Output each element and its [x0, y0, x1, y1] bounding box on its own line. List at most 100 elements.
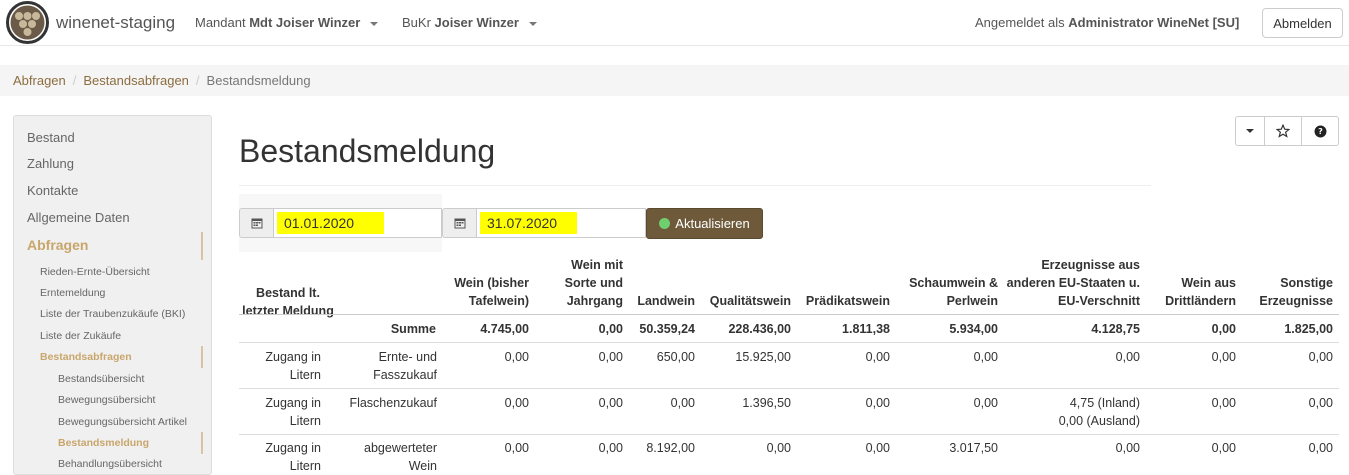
table-divider: [239, 314, 1339, 315]
mandant-value: Mdt Joiser Winzer: [249, 15, 361, 30]
star-icon: [1276, 124, 1290, 138]
sidebar-sub-erntemeldung[interactable]: Erntemeldung: [40, 287, 105, 299]
bukr-label: BuKr: [402, 15, 431, 30]
row-desc: Flaschenzukauf: [349, 396, 437, 410]
sidebar-item-abfragen[interactable]: Abfragen: [27, 237, 88, 253]
row-type: Zugang in Litern: [265, 350, 321, 382]
header-landwein: Landwein: [637, 294, 695, 308]
page-title: Bestandsmeldung: [239, 133, 496, 169]
sidebar-sub2-bestandsmeldung[interactable]: Bestandsmeldung: [58, 437, 149, 449]
row-value: 0,00: [1211, 396, 1236, 410]
header-wein-sorte: Wein mit Sorte und Jahrgang: [564, 258, 623, 308]
row-value: 0,00: [766, 441, 791, 455]
sidebar-sub2-bestandsuebersicht[interactable]: Bestandsübersicht: [58, 373, 144, 385]
header-drittlaender: Wein aus Drittländern: [1165, 276, 1236, 308]
row-type: Zugang in Litern: [265, 441, 321, 473]
brand-name[interactable]: winenet-staging: [56, 13, 175, 33]
row-value: 0,00: [1308, 441, 1333, 455]
header-qualitaetswein: Qualitätswein: [709, 294, 791, 308]
header-sonstige: Sonstige Erzeugnisse: [1259, 276, 1333, 308]
table-divider: [239, 388, 1339, 389]
header-wein-bisher: Wein (bisher Tafelwein): [454, 276, 529, 308]
date-to-input[interactable]: 31.07.2020: [476, 208, 646, 238]
date-to-addon[interactable]: [442, 208, 476, 238]
sidebar-sub2-behandlungsuebersicht[interactable]: Behandlungsübersicht: [58, 458, 162, 470]
row-value: 0,00: [1211, 441, 1236, 455]
row-value: 0,00: [865, 441, 890, 455]
refresh-button[interactable]: Aktualisieren: [646, 208, 763, 239]
sidebar-item-bestand[interactable]: Bestand: [27, 130, 75, 145]
breadcrumb-abfragen[interactable]: Abfragen: [13, 73, 66, 88]
check-circle-icon: [659, 218, 671, 229]
active-indicator: [201, 232, 203, 260]
sum-qualitaetswein: 228.436,00: [728, 322, 791, 336]
date-from-group: 01.01.2020: [239, 208, 442, 238]
sidebar: Bestand Zahlung Kontakte Allgemeine Date…: [13, 115, 212, 475]
sidebar-item-allgemeine-daten[interactable]: Allgemeine Daten: [27, 210, 130, 225]
breadcrumb-current: Bestandsmeldung: [206, 73, 311, 88]
row-value: 0,00: [1115, 441, 1140, 455]
date-to-group: 31.07.2020: [442, 208, 646, 238]
sidebar-sub2-bewegungsuebersicht[interactable]: Bewegungsübersicht: [58, 394, 155, 406]
row-value: 0,00: [504, 441, 529, 455]
svg-text:?: ?: [1318, 126, 1323, 136]
sidebar-sub-zukaeufe[interactable]: Liste der Zukäufe: [40, 330, 121, 342]
sum-praedikatswein: 1.811,38: [842, 322, 890, 336]
sum-wein-bisher: 4.745,00: [480, 322, 529, 336]
sidebar-sub-traubenzukaeufe[interactable]: Liste der Traubenzukäufe (BKI): [40, 308, 185, 320]
table-divider: [239, 434, 1339, 435]
row-value: 0,00: [1115, 350, 1140, 364]
navbar: winenet-staging Mandant Mdt Joiser Winze…: [0, 0, 1349, 46]
help-button[interactable]: ?: [1302, 116, 1339, 146]
row-value: 0,00: [973, 350, 998, 364]
sum-schaumwein: 5.934,00: [949, 322, 998, 336]
row-value: 15.925,00: [735, 350, 791, 364]
dropdown-button[interactable]: [1235, 116, 1265, 146]
sum-eu-erzeugnisse: 4.128,75: [1091, 322, 1140, 336]
sum-landwein: 50.359,24: [639, 322, 695, 336]
caret-down-icon: [1246, 129, 1254, 133]
row-value: 0,00: [504, 350, 529, 364]
breadcrumb: Abfragen / Bestandsabfragen / Bestandsmeldun…: [0, 65, 1349, 96]
breadcrumb-bestandsabfragen[interactable]: Bestandsabfragen: [83, 73, 189, 88]
row-value: 0,00: [1308, 396, 1333, 410]
bukr-value: Joiser Winzer: [434, 15, 519, 30]
row-value: 0,00: [865, 396, 890, 410]
login-info: Angemeldet als Administrator WineNet [SU…: [975, 15, 1239, 30]
favorite-button[interactable]: [1265, 116, 1302, 146]
row-value: 3.017,50: [949, 441, 998, 455]
date-from-value: 01.01.2020: [277, 212, 384, 234]
date-from-input[interactable]: 01.01.2020: [273, 208, 442, 238]
page-actions: ?: [1235, 116, 1339, 146]
sidebar-sub2-bewegungsuebersicht-artikel[interactable]: Bewegungsübersicht Artikel: [58, 416, 187, 428]
row-value: 0,00: [1211, 350, 1236, 364]
sidebar-item-zahlung[interactable]: Zahlung: [27, 156, 74, 171]
divider: [239, 185, 1151, 186]
row-value: 650,00: [656, 350, 695, 364]
row-value: 4,75 (Inland) 0,00 (Ausland): [1058, 396, 1140, 428]
row-desc: Ernte- und Fasszukauf: [373, 350, 437, 382]
bukr-dropdown[interactable]: BuKr Joiser Winzer: [402, 15, 537, 30]
calendar-icon: [454, 218, 465, 229]
date-from-addon[interactable]: [239, 208, 273, 238]
sum-wein-sorte: 0,00: [598, 322, 623, 336]
row-value: 0,00: [598, 396, 623, 410]
row-value: 0,00: [670, 396, 695, 410]
logout-button[interactable]: Abmelden: [1262, 8, 1343, 38]
row-value: 0,00: [1308, 350, 1333, 364]
sidebar-sub-rieden[interactable]: Rieden-Ernte-Übersicht: [40, 266, 150, 278]
table-divider: [239, 342, 1339, 343]
mandant-dropdown[interactable]: Mandant Mdt Joiser Winzer: [195, 15, 378, 30]
sum-drittlaender: 0,00: [1211, 322, 1236, 336]
caret-down-icon: [369, 21, 378, 26]
logo-grapes-icon[interactable]: [5, 0, 50, 45]
caret-down-icon: [528, 21, 537, 26]
sidebar-sub-bestandsabfragen[interactable]: Bestandsabfragen: [40, 351, 132, 363]
question-circle-icon: ?: [1314, 125, 1326, 137]
sidebar-item-kontakte[interactable]: Kontakte: [27, 183, 78, 198]
login-label: Angemeldet als: [975, 15, 1065, 30]
active-indicator: [201, 346, 203, 368]
row-desc: abgewerteter Wein: [364, 441, 437, 473]
row-type: Zugang in Litern: [265, 396, 321, 428]
row-value: 0,00: [973, 396, 998, 410]
